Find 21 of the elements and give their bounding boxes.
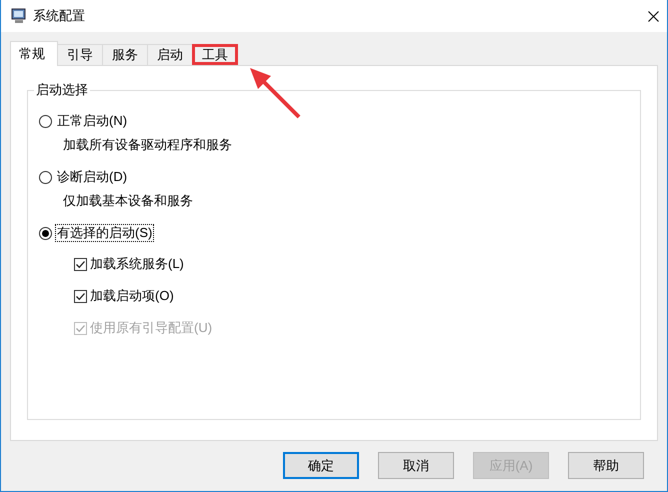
option-description: 加载所有设备驱动程序和服务 bbox=[63, 137, 233, 153]
dialog-button[interactable]: 确定 bbox=[283, 452, 359, 479]
radio-button[interactable] bbox=[39, 114, 52, 128]
tab[interactable]: 常规 bbox=[10, 41, 58, 66]
radio-label[interactable]: 诊断启动(D) bbox=[55, 168, 130, 186]
monitor-icon bbox=[11, 8, 27, 24]
radio-label[interactable]: 正常启动(N) bbox=[55, 112, 130, 130]
radio-label[interactable]: 有选择的启动(S) bbox=[55, 224, 154, 242]
checkbox[interactable] bbox=[74, 290, 87, 302]
dialog-button[interactable]: 帮助 bbox=[568, 452, 644, 479]
close-icon[interactable] bbox=[648, 10, 659, 22]
group-title: 启动选择 bbox=[34, 82, 90, 98]
dialog-button[interactable]: 取消 bbox=[378, 452, 454, 479]
window-title: 系统配置 bbox=[33, 7, 86, 25]
checkbox-label[interactable]: 加载系统服务(L) bbox=[90, 256, 184, 272]
option-description: 仅加载基本设备和服务 bbox=[63, 193, 194, 209]
checkbox-label[interactable]: 加载启动项(O) bbox=[90, 288, 174, 304]
radio-button[interactable] bbox=[39, 226, 52, 240]
tab[interactable]: 工具 bbox=[192, 44, 238, 65]
checkbox[interactable] bbox=[74, 258, 87, 270]
radio-button[interactable] bbox=[39, 170, 52, 184]
